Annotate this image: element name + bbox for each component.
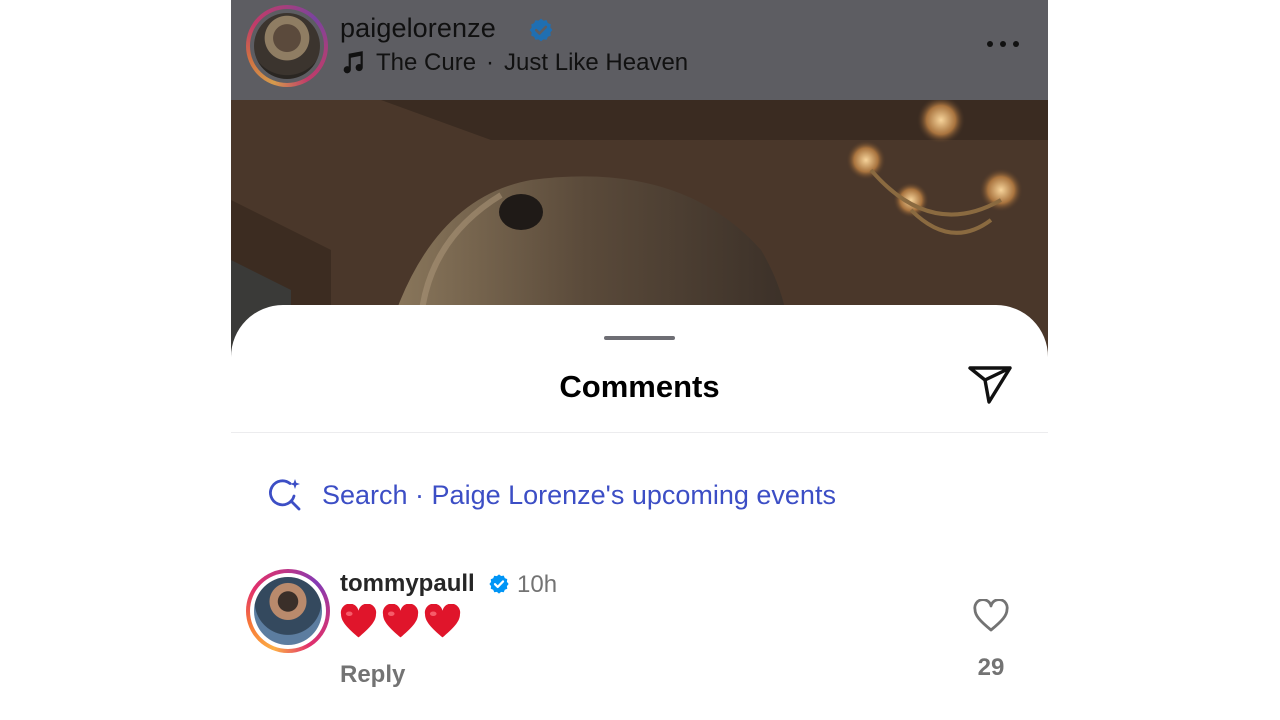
red-heart-emoji (382, 604, 419, 638)
comments-sheet: Comments Search · Paige Lorenze's upcomi… (231, 305, 1048, 720)
comment-text (340, 604, 461, 648)
heart-outline-icon[interactable] (973, 599, 1009, 633)
like-count: 29 (977, 654, 1005, 681)
search-suggestion-link[interactable]: Search · Paige Lorenze's upcoming events (268, 475, 836, 515)
divider (231, 432, 1048, 433)
music-separator: · (486, 49, 495, 76)
send-icon[interactable] (966, 362, 1014, 406)
music-track: Just Like Heaven (504, 49, 689, 76)
music-note-icon (343, 51, 363, 74)
post-author-username[interactable]: paigelorenze (340, 13, 496, 44)
post-header: paigelorenze The Cure · Just Like Heaven (231, 0, 1048, 100)
music-artist: The Cure (376, 49, 477, 76)
commenter-username[interactable]: tommypaull (340, 570, 475, 598)
commenter-avatar[interactable] (254, 577, 322, 645)
reply-button[interactable]: Reply (340, 661, 405, 689)
comment-timestamp: 10h (517, 571, 558, 598)
post-author-avatar[interactable] (254, 13, 320, 79)
ai-search-icon (269, 479, 301, 511)
sheet-drag-handle[interactable] (604, 336, 675, 340)
instagram-post-view: paigelorenze The Cure · Just Like Heaven (231, 0, 1048, 720)
verified-badge-icon (529, 18, 553, 42)
sheet-title: Comments (559, 369, 720, 404)
red-heart-emoji (424, 604, 461, 638)
post-music-label[interactable]: The Cure · Just Like Heaven (340, 48, 688, 78)
more-options-button[interactable] (986, 38, 1020, 50)
red-heart-emoji (340, 604, 377, 638)
search-suggestion-text: Search · Paige Lorenze's upcoming events (322, 479, 836, 510)
verified-badge-icon (489, 574, 509, 594)
